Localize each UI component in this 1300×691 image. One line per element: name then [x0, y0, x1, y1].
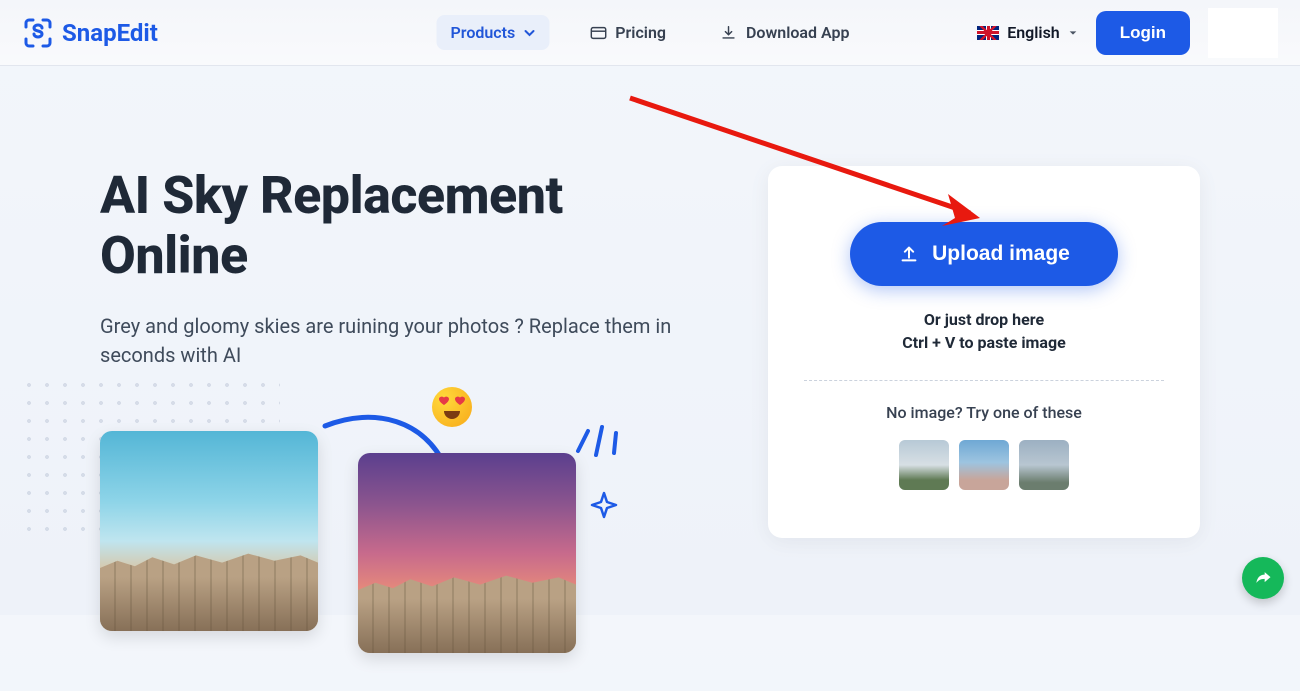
before-image [100, 431, 318, 631]
before-after-illustration [100, 431, 740, 691]
language-label: English [1007, 23, 1060, 42]
header-placeholder [1208, 8, 1278, 58]
hero-section: AI Sky Replacement Online Grey and gloom… [0, 66, 1300, 538]
spark-lines-icon [570, 409, 630, 459]
brand-logo[interactable]: SnapEdit [22, 17, 158, 49]
chevron-down-icon [1068, 28, 1078, 38]
main-nav: Products Pricing Download App [437, 15, 864, 50]
header-right: English Login [977, 8, 1278, 58]
upload-icon [898, 243, 920, 265]
nav-download[interactable]: Download App [706, 15, 864, 50]
nav-products[interactable]: Products [437, 15, 550, 50]
card-icon [589, 24, 607, 42]
sample-images-label: No image? Try one of these [804, 403, 1164, 422]
hero-left: AI Sky Replacement Online Grey and gloom… [100, 166, 708, 538]
nav-pricing[interactable]: Pricing [575, 15, 680, 50]
share-arrow-icon [1253, 568, 1273, 588]
sparkle-icon [590, 491, 618, 519]
upload-image-button[interactable]: Upload image [850, 222, 1118, 286]
download-icon [720, 24, 738, 42]
language-selector[interactable]: English [977, 23, 1078, 42]
header: SnapEdit Products Pricing Download App E… [0, 0, 1300, 66]
divider [804, 380, 1164, 381]
share-fab[interactable] [1242, 557, 1284, 599]
brand-name: SnapEdit [62, 19, 158, 47]
sample-thumbnails [804, 440, 1164, 490]
sample-thumb-2[interactable] [959, 440, 1009, 490]
paste-hint: Ctrl + V to paste image [804, 333, 1164, 352]
nav-pricing-label: Pricing [615, 23, 666, 42]
upload-card: Upload image Or just drop here Ctrl + V … [768, 166, 1200, 538]
drop-hint: Or just drop here [804, 310, 1164, 329]
sample-thumb-1[interactable] [899, 440, 949, 490]
nav-products-label: Products [451, 23, 516, 42]
after-image [358, 453, 576, 653]
page-description: Grey and gloomy skies are ruining your p… [100, 312, 708, 370]
page-title: AI Sky Replacement Online [100, 166, 708, 286]
heart-eyes-emoji-icon [432, 387, 472, 427]
chevron-down-icon [523, 27, 535, 39]
login-button[interactable]: Login [1096, 11, 1190, 55]
nav-download-label: Download App [746, 23, 850, 42]
logo-icon [22, 17, 54, 49]
upload-button-label: Upload image [932, 242, 1070, 266]
flag-uk-icon [977, 26, 999, 40]
sample-thumb-3[interactable] [1019, 440, 1069, 490]
